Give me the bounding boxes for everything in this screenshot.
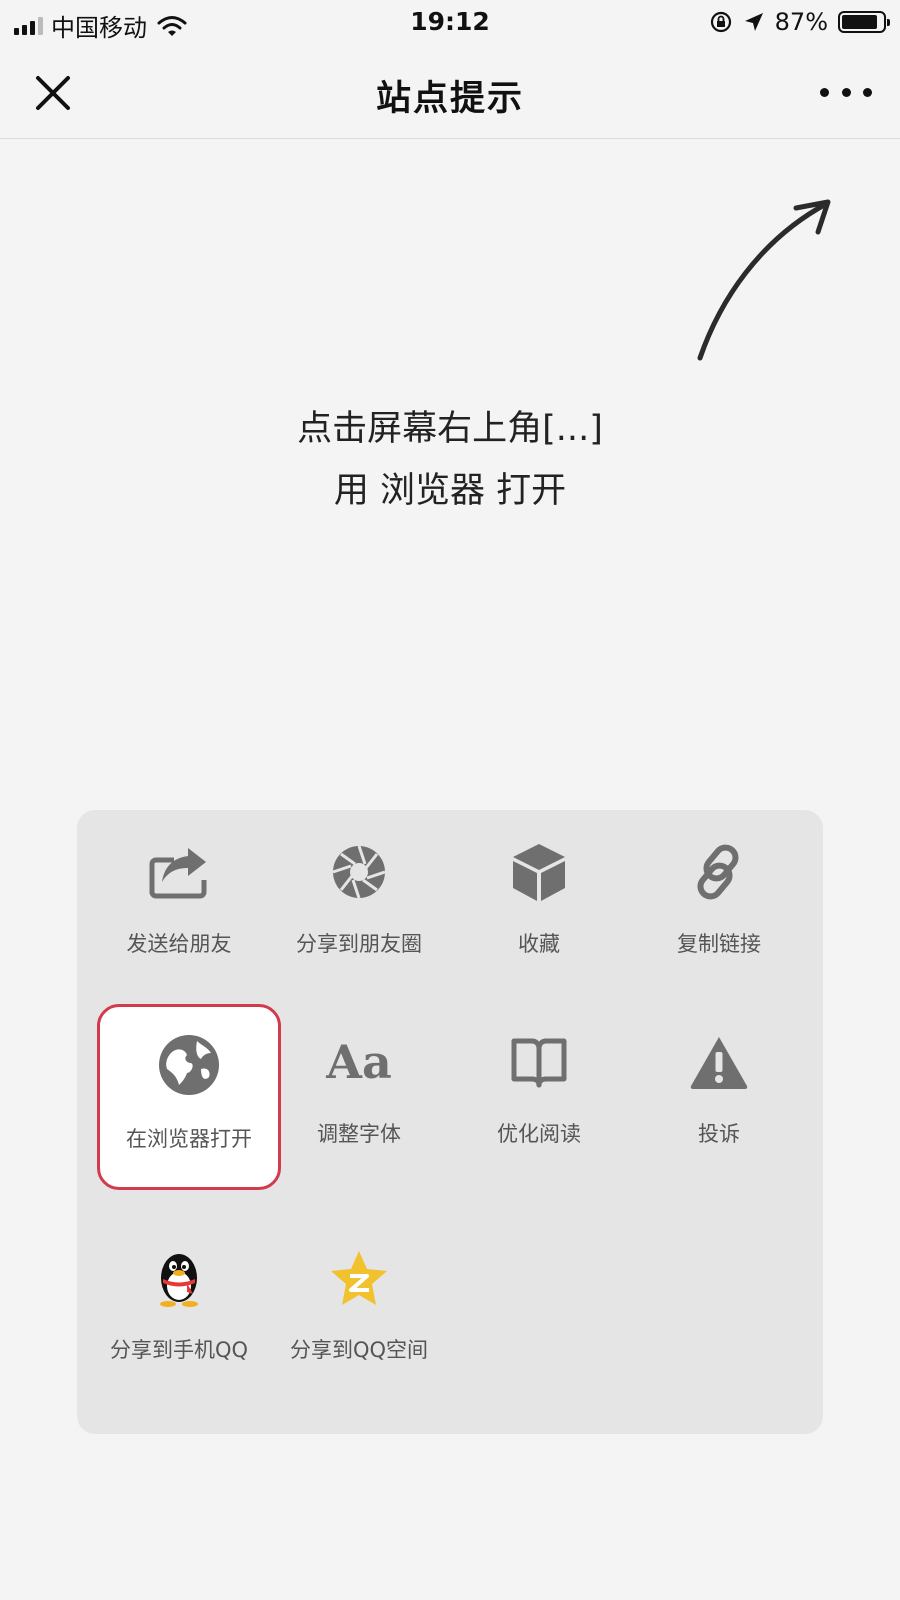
- battery-icon: [838, 11, 890, 33]
- report-label: 投诉: [698, 1122, 740, 1146]
- copy-link-label: 复制链接: [677, 932, 761, 956]
- share-to-moments-button[interactable]: 分享到朋友圈: [269, 816, 449, 996]
- forward-icon: [149, 848, 207, 899]
- favorite-cube-icon: [513, 844, 565, 901]
- hint-line-2: 用 浏览器 打开: [333, 471, 567, 511]
- copy-link-button[interactable]: 复制链接: [629, 816, 809, 996]
- qq-penguin-icon: [160, 1254, 198, 1307]
- reading-mode-label: 优化阅读: [497, 1122, 581, 1146]
- favorite-label: 收藏: [518, 932, 560, 956]
- hint-line-1: 点击屏幕右上角[...]: [297, 409, 603, 449]
- share-to-qzone-button[interactable]: 分享到QQ空间: [269, 1222, 449, 1402]
- status-right: 87%: [709, 8, 890, 36]
- location-icon: [744, 13, 763, 31]
- link-icon: [697, 844, 739, 900]
- page-title: 站点提示: [375, 79, 524, 119]
- navigation-bar: 站点提示: [0, 46, 900, 139]
- open-in-browser-button[interactable]: 在浏览器打开: [97, 1004, 281, 1190]
- book-icon: [511, 1038, 567, 1088]
- battery-percent: 87%: [774, 8, 828, 36]
- font-size-icon: Aa: [326, 1035, 392, 1089]
- adjust-font-button[interactable]: Aa 调整字体: [269, 1006, 449, 1186]
- share-to-qq-label: 分享到手机QQ: [109, 1338, 249, 1362]
- action-sheet-panel: 发送给朋友 分享到朋友圈 收藏 复制链接 在浏览器打开 Aa 调整字体 优化阅读…: [77, 810, 823, 1434]
- warning-icon: [690, 1037, 748, 1090]
- rotation-lock-icon: [710, 11, 731, 33]
- more-icon[interactable]: [820, 80, 872, 104]
- send-to-friend-label: 发送给朋友: [126, 932, 232, 956]
- open-in-browser-label: 在浏览器打开: [126, 1127, 252, 1151]
- send-to-friend-button[interactable]: 发送给朋友: [89, 816, 269, 996]
- share-to-qq-button[interactable]: 分享到手机QQ: [89, 1222, 269, 1402]
- qzone-star-icon: [331, 1251, 387, 1305]
- share-to-moments-label: 分享到朋友圈: [296, 932, 422, 956]
- reading-mode-button[interactable]: 优化阅读: [449, 1006, 629, 1186]
- report-button[interactable]: 投诉: [629, 1006, 809, 1186]
- favorite-button[interactable]: 收藏: [449, 816, 629, 996]
- share-to-qzone-label: 分享到QQ空间: [289, 1338, 429, 1362]
- moments-icon: [332, 845, 386, 899]
- pointer-arrow-icon: [697, 199, 831, 361]
- adjust-font-label: 调整字体: [317, 1122, 401, 1146]
- status-bar: 中国移动 19:12 87%: [0, 0, 900, 46]
- globe-icon: [159, 1035, 219, 1095]
